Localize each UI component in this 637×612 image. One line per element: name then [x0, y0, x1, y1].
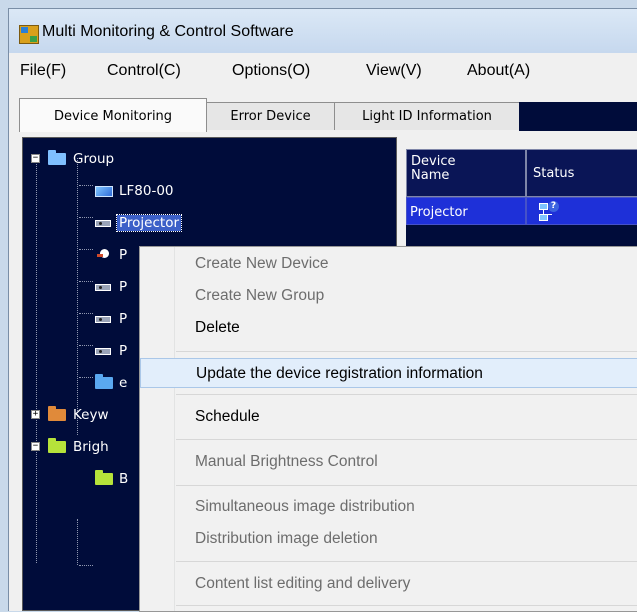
folder-icon — [48, 150, 66, 165]
table-row[interactable]: Projector ? — [406, 197, 637, 225]
menu-item-update-registration[interactable]: Update the device registration informati… — [140, 358, 637, 388]
tree-node-label: Brigh — [73, 439, 109, 455]
tab-strip: Device Monitoring Error Device Light ID … — [9, 91, 637, 132]
menu-separator — [176, 561, 637, 562]
projector-icon — [95, 316, 111, 323]
menu-file[interactable]: File(F) — [20, 62, 66, 80]
tree-node-label: P — [119, 343, 128, 359]
tree-node-label: Group — [73, 151, 115, 167]
projector-icon — [95, 284, 111, 291]
folder-icon — [95, 470, 113, 485]
column-header-device-name[interactable]: Device Name — [406, 149, 526, 197]
context-menu: Create New Device Create New Group Delet… — [139, 246, 637, 612]
tree-node-label: Keyw — [73, 407, 109, 423]
menu-item-schedule[interactable]: Schedule — [140, 402, 637, 432]
menu-separator — [176, 394, 637, 395]
cell-device-name: Projector — [406, 197, 526, 225]
app-icon — [19, 25, 39, 44]
folder-icon — [95, 374, 113, 389]
menu-control[interactable]: Control(C) — [107, 62, 181, 80]
network-unknown-icon: ? — [539, 201, 559, 221]
tree-node-label: Projector — [116, 214, 182, 232]
tab-error-device[interactable]: Error Device — [206, 102, 335, 130]
menu-item-manual-brightness[interactable]: Manual Brightness Control — [140, 447, 637, 477]
menu-separator — [176, 439, 637, 440]
tree-node-label: e — [119, 375, 128, 391]
cell-status: ? — [526, 197, 637, 225]
title-bar: Multi Monitoring & Control Software — [9, 9, 637, 53]
menu-separator — [176, 485, 637, 486]
tree-node-label: P — [119, 279, 128, 295]
projector-icon — [95, 348, 111, 355]
tree-node-label: P — [119, 311, 128, 327]
collapse-icon[interactable]: − — [31, 442, 40, 451]
menu-item-simultaneous-distribution[interactable]: Simultaneous image distribution — [140, 492, 637, 522]
menu-item-delete[interactable]: Delete — [140, 313, 637, 343]
menu-bar: File(F) Control(C) Options(O) View(V) Ab… — [9, 53, 637, 91]
menu-view[interactable]: View(V) — [366, 62, 422, 80]
menu-item-distribution-deletion[interactable]: Distribution image deletion — [140, 524, 637, 554]
window-title: Multi Monitoring & Control Software — [42, 23, 294, 40]
tab-strip-fill — [519, 102, 637, 131]
menu-options[interactable]: Options(O) — [232, 62, 310, 80]
tree-node-label: P — [119, 247, 128, 263]
camera-icon — [97, 249, 111, 262]
projector-icon — [95, 220, 111, 227]
menu-about[interactable]: About(A) — [467, 62, 530, 80]
display-icon — [95, 186, 113, 197]
folder-icon — [48, 438, 66, 453]
folder-icon — [48, 406, 66, 421]
menu-separator — [176, 351, 637, 352]
menu-separator — [176, 605, 637, 606]
tab-device-monitoring[interactable]: Device Monitoring — [19, 98, 207, 132]
tree-node-label: LF80-00 — [119, 183, 174, 199]
tab-light-id-information[interactable]: Light ID Information — [334, 102, 520, 130]
column-header-status[interactable]: Status — [526, 149, 637, 197]
collapse-icon[interactable]: − — [31, 154, 40, 163]
menu-item-create-new-device[interactable]: Create New Device — [140, 249, 637, 279]
expand-icon[interactable]: + — [31, 410, 40, 419]
menu-item-content-list[interactable]: Content list editing and delivery — [140, 569, 637, 599]
tree-node-label: B — [119, 471, 129, 487]
menu-item-create-new-group[interactable]: Create New Group — [140, 281, 637, 311]
